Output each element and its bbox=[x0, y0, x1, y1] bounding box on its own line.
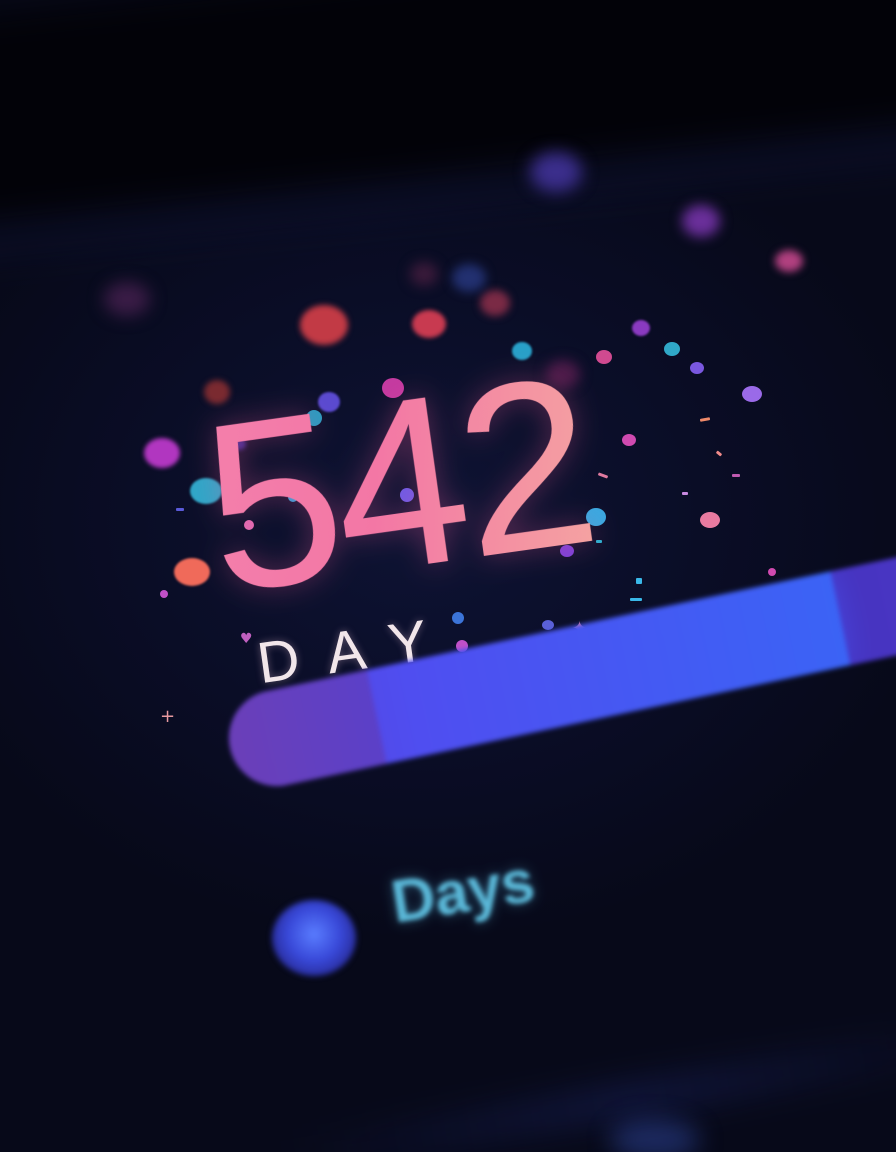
confetti-dash bbox=[176, 508, 184, 511]
confetti-dash bbox=[682, 492, 688, 495]
confetti-dot bbox=[530, 152, 582, 192]
confetti-dot bbox=[682, 205, 720, 237]
confetti-dash bbox=[699, 417, 711, 422]
confetti-dot bbox=[104, 282, 150, 316]
confetti-dot bbox=[144, 438, 180, 468]
confetti-dot bbox=[160, 590, 168, 598]
confetti-dot bbox=[480, 290, 510, 316]
sparkle-icon: + bbox=[160, 706, 176, 727]
confetti-dot bbox=[768, 568, 776, 576]
confetti-dash bbox=[732, 474, 740, 477]
confetti-dot bbox=[452, 264, 486, 292]
confetti-dot bbox=[664, 342, 680, 356]
confetti-dot bbox=[300, 305, 348, 345]
confetti-dot bbox=[632, 320, 650, 336]
counter-value: 542 bbox=[189, 324, 606, 644]
confetti-dot bbox=[174, 558, 210, 586]
confetti-dot bbox=[410, 262, 438, 286]
legend-marker bbox=[272, 900, 356, 976]
confetti-dot bbox=[690, 362, 704, 374]
blurred-element bbox=[610, 1120, 700, 1152]
confetti-dot bbox=[775, 250, 803, 272]
confetti-dash bbox=[715, 450, 723, 457]
confetti-dot bbox=[742, 386, 762, 402]
screen-photo: + ✦ ♥ ✦ 542 DAY Days bbox=[0, 0, 896, 1152]
confetti-dot bbox=[412, 310, 446, 338]
confetti-dot bbox=[700, 512, 720, 528]
